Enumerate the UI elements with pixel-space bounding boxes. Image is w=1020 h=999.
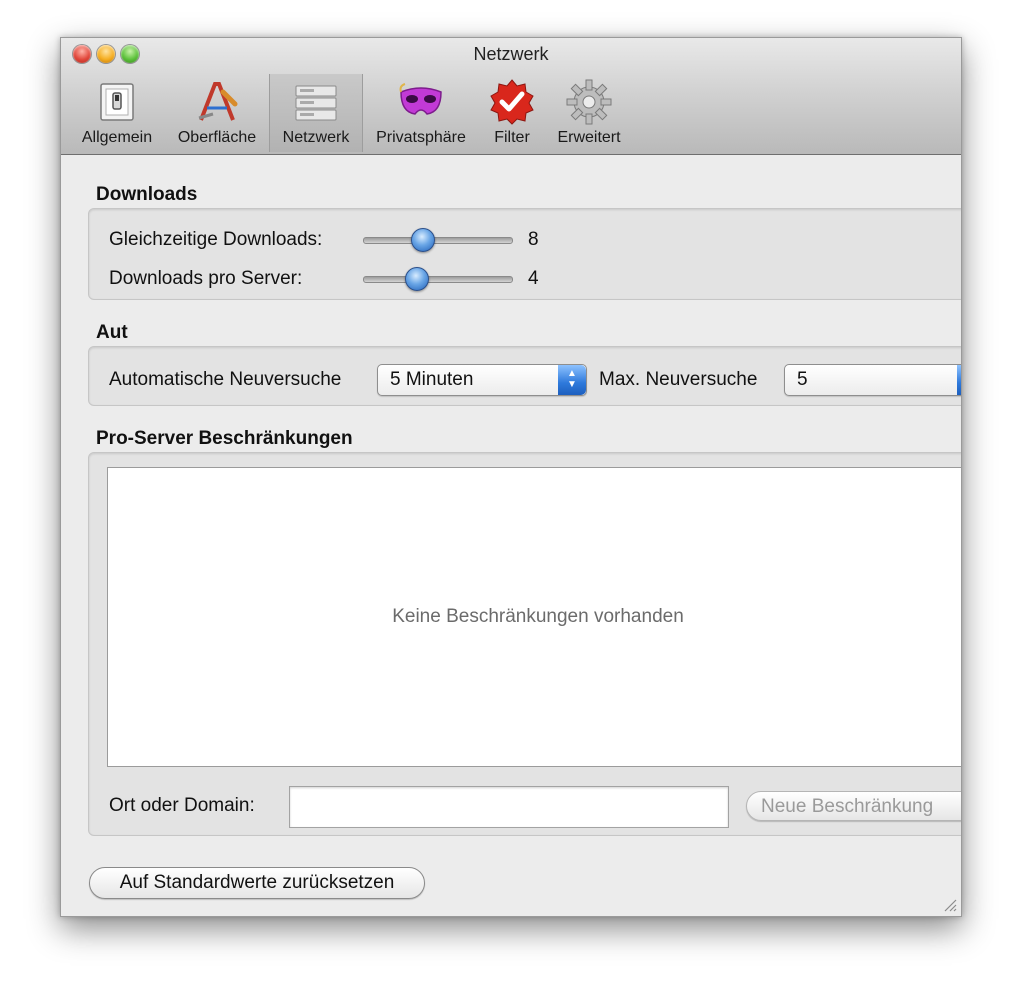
max-retry-value: 5 xyxy=(797,369,808,390)
max-retry-label: Max. Neuversuche xyxy=(599,369,758,390)
popup-arrows-icon: ▲▼ xyxy=(558,365,586,395)
per-server-downloads-label: Downloads pro Server: xyxy=(109,268,303,289)
tab-label: Filter xyxy=(494,129,530,146)
downloads-group: Gleichzeitige Downloads: 8 Downloads pro… xyxy=(88,208,961,300)
concurrent-downloads-value: 8 xyxy=(528,229,539,250)
filter-badge-icon xyxy=(490,79,534,125)
tab-label: Allgemein xyxy=(81,129,153,146)
tab-oberflaeche[interactable]: Oberfläche xyxy=(167,74,267,152)
tab-erweitert[interactable]: Erweitert xyxy=(549,74,629,152)
auto-retry-label: Automatische Neuversuche xyxy=(109,369,342,390)
popup-arrows-icon: ▲▼ xyxy=(957,365,961,395)
concurrent-downloads-slider-knob[interactable] xyxy=(411,228,435,252)
auto-retry-value: 5 Minuten xyxy=(390,369,474,390)
tab-privatsphaere[interactable]: Privatsphäre xyxy=(367,74,475,152)
empty-list-message: Keine Beschränkungen vorhanden xyxy=(392,606,684,627)
switch-icon xyxy=(100,83,134,121)
preferences-window: Netzwerk Allgemein Oberfläche Netzwerk P… xyxy=(60,37,962,917)
restrictions-group: Keine Beschränkungen vorhanden Ort oder … xyxy=(88,452,961,836)
tab-netzwerk[interactable]: Netzwerk xyxy=(269,74,363,152)
restrictions-list[interactable]: Keine Beschränkungen vorhanden xyxy=(107,467,961,767)
auto-retry-group: Automatische Neuversuche 5 Minuten ▲ ▼ Ma… xyxy=(88,346,961,406)
max-retry-popup[interactable]: 5 ▲▼ xyxy=(784,364,961,396)
per-server-downloads-slider-track[interactable] xyxy=(363,276,513,283)
title-bar: Netzwerk Allgemein Oberfläche Netzwerk P… xyxy=(61,38,961,155)
domain-label: Ort oder Domain: xyxy=(109,795,255,816)
concurrent-downloads-label: Gleichzeitige Downloads: xyxy=(109,229,323,250)
resize-grip-icon[interactable] xyxy=(941,896,957,912)
new-restriction-button[interactable]: Neue Beschränkung xyxy=(746,791,961,821)
per-server-downloads-slider-knob[interactable] xyxy=(405,267,429,291)
tab-allgemein[interactable]: Allgemein xyxy=(73,74,161,152)
tab-label: Erweitert xyxy=(557,129,621,146)
tab-label: Netzwerk xyxy=(282,129,350,146)
domain-input[interactable] xyxy=(289,786,729,828)
window-title: Netzwerk xyxy=(473,44,549,64)
appearance-icon xyxy=(198,82,238,121)
auto-section-title: Aut xyxy=(96,322,128,343)
restrictions-section-title: Pro-Server Beschränkungen xyxy=(96,428,353,449)
tab-label: Oberfläche xyxy=(177,129,257,146)
auto-retry-popup[interactable]: 5 Minuten ▲ ▼ xyxy=(377,364,587,396)
network-icon xyxy=(295,85,337,121)
gear-icon xyxy=(566,79,612,125)
tab-filter[interactable]: Filter xyxy=(481,74,543,152)
downloads-section-title: Downloads xyxy=(96,184,198,205)
concurrent-downloads-slider-track[interactable] xyxy=(363,237,513,244)
tab-label: Privatsphäre xyxy=(376,129,466,146)
per-server-downloads-value: 4 xyxy=(528,268,539,289)
mask-icon xyxy=(399,83,442,115)
reset-defaults-button[interactable]: Auf Standardwerte zurücksetzen xyxy=(89,867,425,899)
